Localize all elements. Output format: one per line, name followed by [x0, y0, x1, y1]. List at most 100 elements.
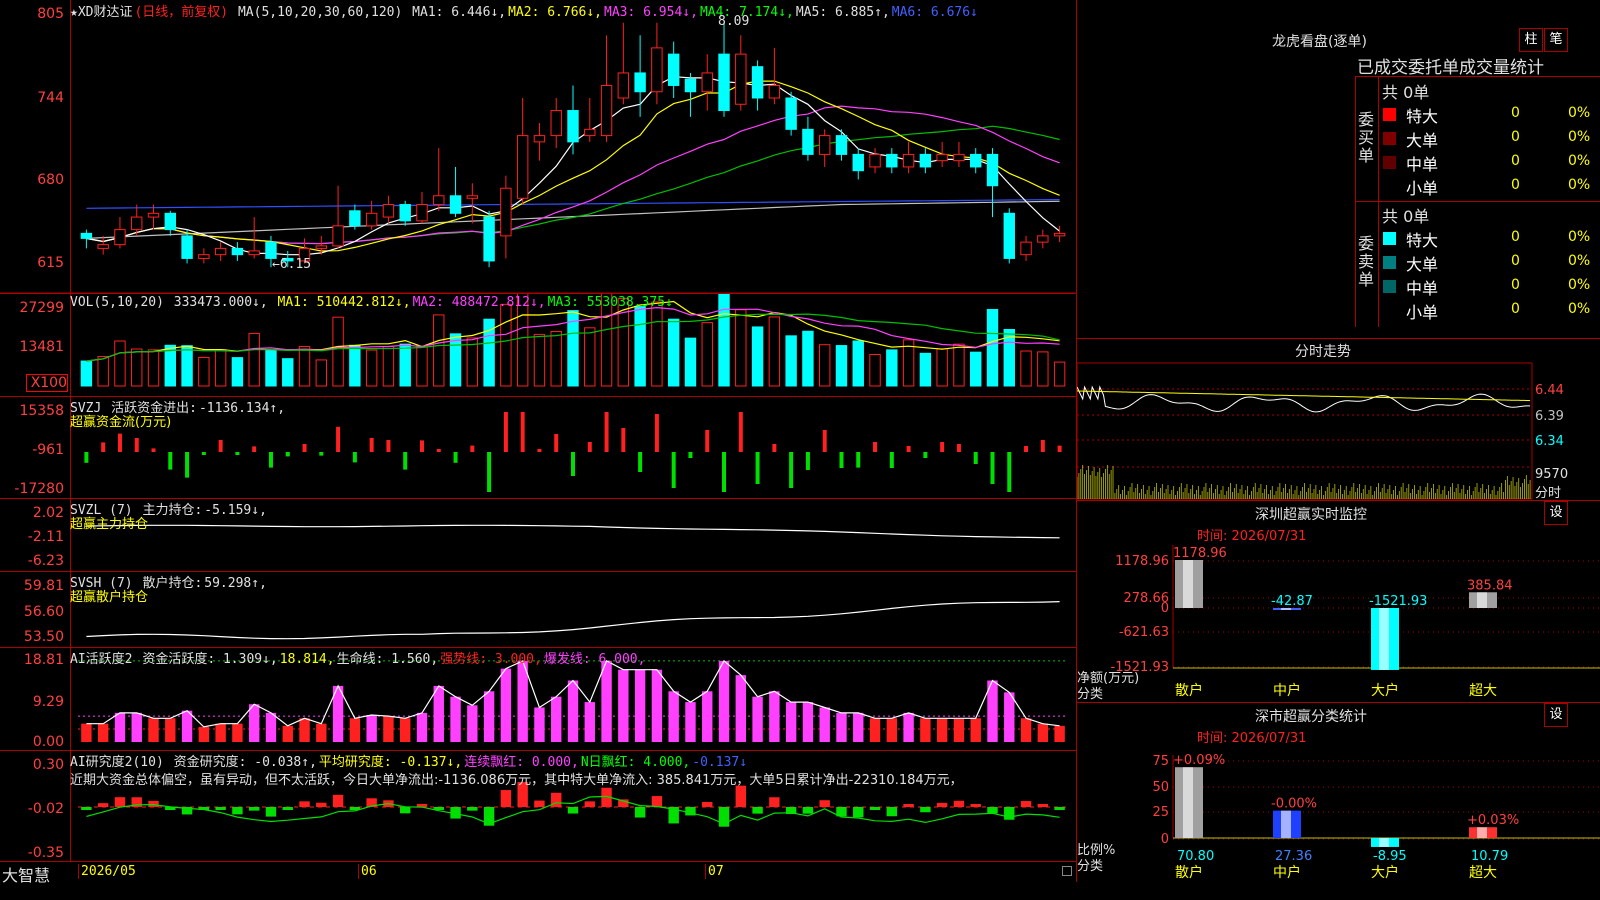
- bar-tick: 50: [1152, 780, 1169, 795]
- indicator-value: 生命线: 1.560,: [336, 652, 439, 667]
- flow-bar: [168, 452, 173, 470]
- volume-bar: [701, 322, 713, 387]
- category-bar-highlight: [1477, 827, 1487, 838]
- volume-bar: [80, 360, 93, 387]
- activity-bar: [584, 702, 595, 742]
- order-count: 0: [1511, 153, 1520, 169]
- candle-body: [617, 72, 630, 99]
- flow-bar: [587, 442, 592, 452]
- candle-body: [902, 153, 915, 168]
- flow-bar: [1040, 440, 1045, 452]
- flow-bar: [218, 440, 223, 452]
- research-bar: [215, 807, 226, 810]
- flow-bar: [822, 430, 827, 452]
- volume-bar: [97, 355, 109, 387]
- flow-bar: [185, 452, 190, 478]
- activity-bar: [232, 723, 243, 742]
- monitor-panel[interactable]: 深圳超赢实时监控 设 时间: 2026/07/31 1178.96 278.66 0…: [1077, 501, 1600, 703]
- candle-body: [550, 110, 562, 137]
- legend-swatch: [1383, 108, 1396, 121]
- volume-bar: [1053, 361, 1066, 387]
- category-label: 中户: [1273, 864, 1301, 881]
- activity-bar: [853, 712, 864, 742]
- order-size-label: 小单: [1406, 179, 1439, 198]
- classify-bar-chart[interactable]: 75 50 25 0 +0.09% 散户70.80 -0.00% 中户27.36 大户-8.95…: [1077, 703, 1600, 882]
- flow-bar: [789, 452, 794, 488]
- research-bar: [148, 800, 159, 807]
- research-bar: [265, 807, 277, 817]
- volume-bar: [214, 349, 227, 387]
- svsh-pane[interactable]: 59.81 56.60 53.50 SVSH (7) 散户持仓: 59.298↑,…: [0, 572, 1076, 648]
- monitor-bar-chart[interactable]: 1178.96278.660-621.63-1521.931178.96散户-4…: [1077, 501, 1600, 702]
- svzj-value: -1136.134↑,: [198, 401, 286, 416]
- activity-bar: [299, 718, 310, 742]
- volume-bar: [802, 330, 814, 387]
- tick-view-button[interactable]: 笔: [1544, 28, 1568, 52]
- candle-body: [433, 195, 445, 206]
- activity-bar: [1037, 723, 1049, 742]
- intraday-vol-tick: 9570: [1535, 467, 1569, 482]
- research-bar: [1037, 804, 1049, 807]
- candle-body: [818, 135, 831, 155]
- brand-logo-text[interactable]: 大智慧: [2, 862, 50, 886]
- bar-tick: 1178.96: [1115, 554, 1169, 569]
- activity-bar: [819, 707, 830, 742]
- indicator-value: 资金活跃度: 1.309↓,: [142, 652, 278, 667]
- flow-bar: [604, 412, 609, 452]
- activity-bar: [702, 691, 713, 742]
- sell-total: 共 0单: [1382, 207, 1430, 226]
- candle-body: [382, 204, 395, 218]
- research-bar: [769, 797, 780, 807]
- research-bar: [332, 794, 344, 807]
- volume-bar: [265, 349, 277, 387]
- activity-bar: [97, 723, 109, 742]
- volume-bar: [986, 308, 999, 387]
- volume-bar: [953, 343, 965, 387]
- flow-bar: [554, 434, 559, 452]
- order-count: 0: [1511, 277, 1520, 293]
- ai-activity-pane[interactable]: 18.81 9.29 0.00 AI活跃度2 资金活跃度: 1.309↓, 18.…: [0, 648, 1076, 751]
- candle-body: [1037, 235, 1049, 243]
- candle-body: [332, 225, 344, 247]
- activity-bar: [802, 702, 814, 742]
- flow-bar: [1007, 452, 1012, 492]
- bar-value-label: 1178.96: [1173, 546, 1227, 561]
- order-size-label: 小单: [1406, 303, 1439, 322]
- svzj-pane[interactable]: 15358 -961 -17280 SVZJ 活跃资金进出: -1136.134↑…: [0, 397, 1076, 499]
- research-bar: [634, 807, 646, 818]
- volume-bar: [231, 357, 244, 387]
- intraday-chart[interactable]: [1077, 339, 1600, 500]
- category-bar-highlight: [1477, 592, 1487, 608]
- intraday-panel[interactable]: 分时走势 6.44 6.39 6.34 9570 分时: [1077, 339, 1600, 501]
- stock-title[interactable]: ★XD财达证: [70, 5, 132, 20]
- research-bar: [282, 807, 293, 810]
- indicator-value: N日飘红: 4.000,: [580, 755, 691, 770]
- volume-pane[interactable]: 27299 13481 X100 VOL(5,10,20) 333473.000…: [0, 294, 1076, 397]
- volume-bar: [768, 316, 781, 387]
- flow-bar: [873, 442, 878, 452]
- volume-bar: [181, 345, 193, 387]
- volume-bar: [735, 309, 747, 387]
- research-bar: [400, 807, 411, 814]
- activity-bar: [970, 718, 981, 742]
- kline-pane[interactable]: 805 744 680 615 ★XD财达证 (日线，前复权) MA(5,10,2…: [0, 0, 1076, 294]
- volume-bar: [886, 349, 898, 387]
- activity-bar: [836, 712, 847, 742]
- ai-research-pane[interactable]: 0.30 -0.02 -0.35 AI研究度2(10) 资金研究度: -0.03…: [0, 751, 1076, 862]
- activity-bar: [551, 696, 562, 742]
- flow-bar: [956, 444, 961, 452]
- flow-bar: [889, 452, 894, 468]
- classify-panel[interactable]: 深市超赢分类统计 设 时间: 2026/07/31 75 50 25 0 +0.09% 散…: [1077, 703, 1600, 882]
- lock-icon[interactable]: [1062, 866, 1072, 876]
- bar-view-button[interactable]: 柱: [1519, 28, 1543, 52]
- classify-xlabel: 分类: [1077, 859, 1104, 874]
- candlestick-chart[interactable]: [0, 0, 1076, 293]
- svzl-pane[interactable]: 2.02 -2.11 -6.23 SVZL (7) 主力持仓: -5.159↓, …: [0, 499, 1076, 572]
- activity-bar: [668, 691, 679, 742]
- order-percent: 0%: [1568, 105, 1591, 121]
- candle-body: [365, 212, 378, 227]
- volume-header: VOL(5,10,20) 333473.000↓, MA1: 510442.81…: [70, 295, 677, 310]
- period-label[interactable]: (日线，前复权): [134, 5, 228, 20]
- research-bar: [936, 802, 948, 807]
- order-size-label: 中单: [1406, 155, 1439, 174]
